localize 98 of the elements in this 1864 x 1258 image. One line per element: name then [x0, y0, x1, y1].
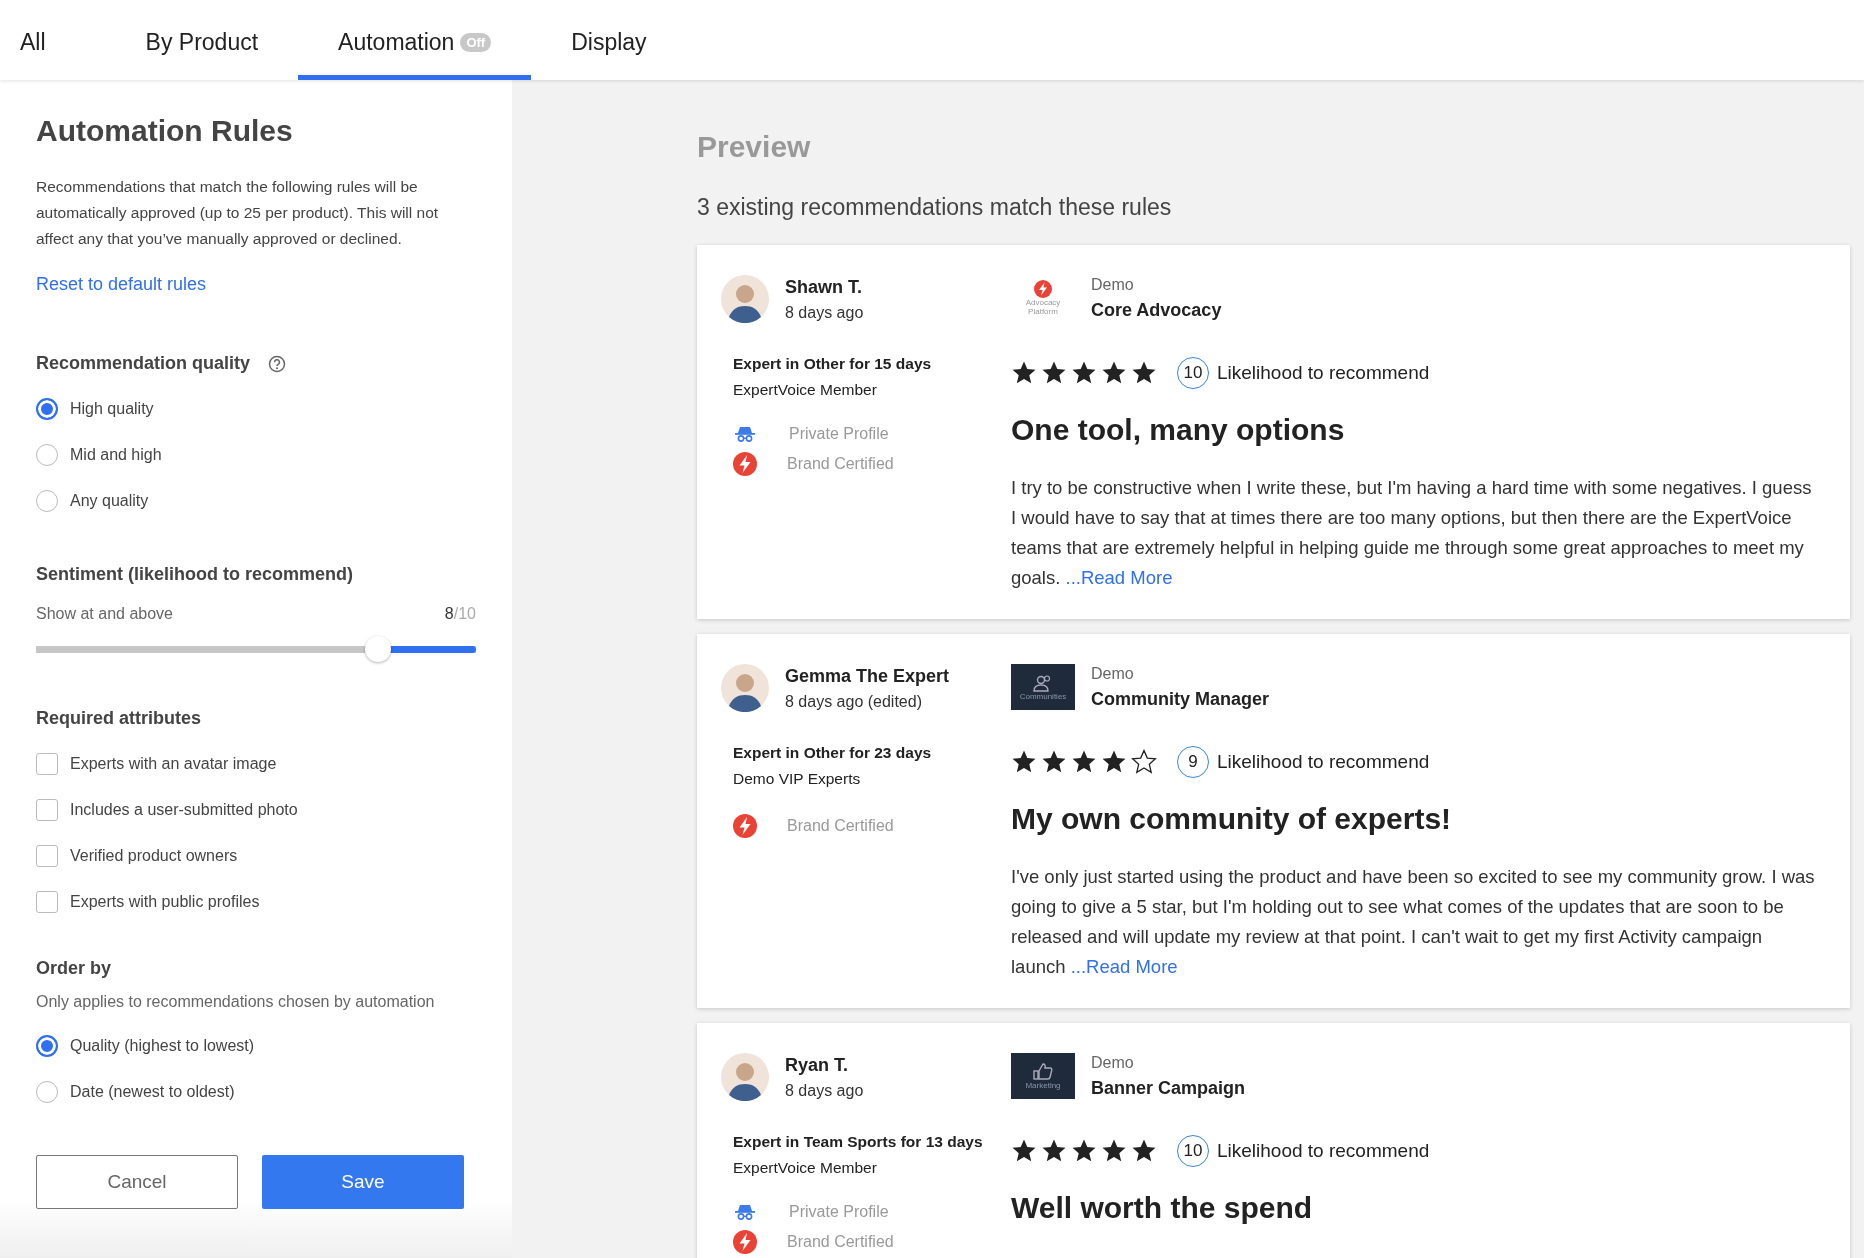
- lightning-icon: [1034, 280, 1052, 298]
- section-title: Sentiment (likelihood to recommend): [36, 564, 355, 585]
- star-icon: [1071, 360, 1097, 386]
- star-icon: [1011, 1138, 1037, 1164]
- brand-name: Demo: [1091, 664, 1135, 683]
- slider-thumb[interactable]: [365, 636, 392, 662]
- panel-title: Automation Rules: [36, 114, 294, 148]
- star-icon: [1041, 749, 1067, 775]
- star-icon: [1101, 1138, 1127, 1164]
- lightning-icon: [733, 1230, 757, 1254]
- tab[interactable]: By Product: [105, 0, 299, 80]
- review-date: 8 days ago: [785, 303, 864, 322]
- incognito-icon: [735, 426, 755, 442]
- badge-label: Brand Certified: [787, 1233, 894, 1251]
- review-text: I've only just started using the product and have been so excited to see my community grow. I was going to give a 5 star, but I'm holding out to see what comes of the updates that are soon to be released and will update my review at that point. I can't wait to get my first Activity campaign launch ...Read More: [1011, 865, 1816, 979]
- checkbox[interactable]: [36, 753, 58, 775]
- product-name: Banner Campaign: [1091, 1077, 1246, 1099]
- checkbox[interactable]: [36, 891, 58, 913]
- description-text: Recommendations that match the following rules will be automatically approved (up to 25 per product). This will not affect any that you’ve manually approved or declined.: [36, 177, 440, 249]
- logo-caption: Communities: [1019, 691, 1067, 701]
- review-text: I try to be constructive when I write these, but I'm having a hard time with some negatives. I guess I would have to say that at times there are too many options, but then there are the ExpertVoice teams that are extremely helpful in helping guide me through some great approaches to meet my goals. ...Read More: [1011, 476, 1813, 590]
- lightning-icon: [733, 814, 757, 838]
- radio-button[interactable]: [36, 398, 58, 420]
- reviewer-name: Shawn T.: [785, 276, 863, 298]
- badge-label: Brand Certified: [787, 817, 894, 835]
- section-note: Only applies to recommendations chosen by automation: [36, 993, 436, 1011]
- option-label: Experts with public profiles: [70, 893, 260, 911]
- star-outline-icon: [1131, 749, 1157, 775]
- star-icon: [1101, 749, 1127, 775]
- read-more-link[interactable]: ...Read More: [1070, 956, 1178, 977]
- member-group: ExpertVoice Member: [733, 1159, 1011, 1177]
- review-date: 8 days ago: [785, 1081, 864, 1100]
- score-label: Likelihood to recommend: [1217, 1140, 1430, 1162]
- review-title: My own community of experts!: [1011, 802, 1453, 836]
- option-label: Date (newest to oldest): [70, 1083, 235, 1101]
- section-title: Recommendation quality: [36, 353, 251, 374]
- checkbox[interactable]: [36, 799, 58, 821]
- radio-button[interactable]: [36, 444, 58, 466]
- preview-title: Preview: [697, 130, 812, 164]
- reviewer-name: Ryan T.: [785, 1054, 850, 1076]
- logo-caption: Advocacy Platform: [1024, 298, 1062, 316]
- review-title: Well worth the spend: [1011, 1191, 1314, 1225]
- radio-button[interactable]: [36, 490, 58, 512]
- product-name: Community Manager: [1091, 688, 1270, 710]
- member-group: ExpertVoice Member: [733, 381, 1011, 399]
- option-label: High quality: [70, 400, 154, 418]
- checkbox[interactable]: [36, 845, 58, 867]
- avatar-icon: [721, 1053, 769, 1101]
- lightning-icon: [733, 452, 757, 476]
- badge-label: Private Profile: [789, 1203, 889, 1221]
- brand-name: Demo: [1091, 1053, 1135, 1072]
- avatar-icon: [721, 664, 769, 712]
- review-title: One tool, many options: [1011, 413, 1346, 447]
- member-group: Demo VIP Experts: [733, 770, 1011, 788]
- star-icon: [1011, 749, 1037, 775]
- badge-label: Brand Certified: [787, 455, 894, 473]
- star-icon: [1131, 1138, 1157, 1164]
- star-icon: [1041, 1138, 1067, 1164]
- tab[interactable]: All: [0, 0, 106, 80]
- section-title: Required attributes: [36, 708, 203, 729]
- avatar-icon: [721, 275, 769, 323]
- option-label: Any quality: [70, 492, 149, 510]
- cancel-button[interactable]: Cancel: [36, 1155, 238, 1209]
- star-icon: [1071, 749, 1097, 775]
- option-label: Verified product owners: [70, 847, 238, 865]
- reset-link[interactable]: Reset to default rules: [36, 274, 476, 295]
- logo-caption: Marketing: [1025, 1080, 1061, 1090]
- incognito-icon: [735, 1204, 755, 1220]
- product-name: Core Advocacy: [1091, 299, 1222, 321]
- badge-label: Private Profile: [789, 425, 889, 443]
- thumbs-up-icon: [1032, 1062, 1054, 1081]
- star-icon: [1011, 360, 1037, 386]
- tab[interactable]: Display: [531, 0, 687, 80]
- expertise-text: Expert in Other for 23 days: [733, 744, 933, 762]
- read-more-link[interactable]: ...Read More: [1065, 567, 1173, 588]
- option-label: Experts with an avatar image: [70, 755, 277, 773]
- score-label: Likelihood to recommend: [1217, 751, 1430, 773]
- save-button[interactable]: Save: [262, 1155, 464, 1209]
- expertise-text: Expert in Team Sports for 13 days: [733, 1133, 984, 1151]
- option-label: Quality (highest to lowest): [70, 1037, 255, 1055]
- slider-value: 8/10: [444, 605, 476, 623]
- radio-button[interactable]: [36, 1081, 58, 1103]
- option-label: Includes a user-submitted photo: [70, 801, 298, 819]
- slider-caption: Show at and above: [36, 605, 173, 623]
- brand-name: Demo: [1091, 275, 1135, 294]
- section-title: Order by: [36, 958, 113, 979]
- star-icon: [1131, 360, 1157, 386]
- star-icon: [1071, 1138, 1097, 1164]
- radio-button[interactable]: [36, 1035, 58, 1057]
- score-label: Likelihood to recommend: [1217, 362, 1430, 384]
- expertise-text: Expert in Other for 15 days: [733, 355, 933, 373]
- star-icon: [1041, 360, 1067, 386]
- option-label: Mid and high: [70, 446, 162, 464]
- match-summary: 3 existing recommendations match these rules: [697, 194, 1173, 221]
- help-icon: [268, 354, 287, 373]
- star-icon: [1101, 360, 1127, 386]
- reviewer-name: Gemma The Expert: [785, 665, 950, 687]
- review-date: 8 days ago (edited): [785, 692, 923, 711]
